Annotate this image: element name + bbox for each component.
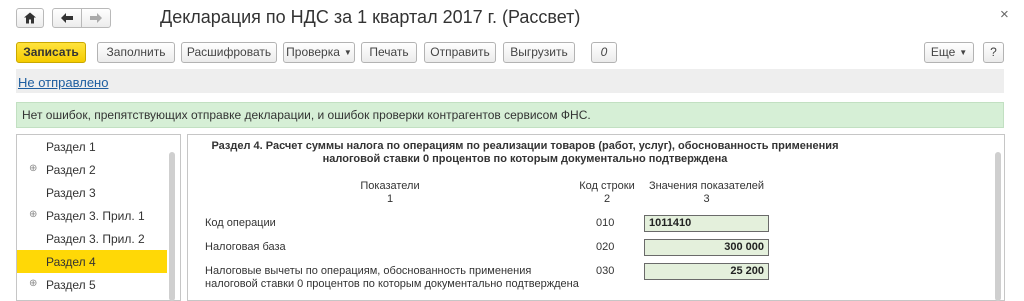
expand-icon[interactable]: ⊕ xyxy=(29,278,37,289)
values-header-num: 3 xyxy=(703,193,710,205)
save-button[interactable]: Записать xyxy=(16,42,86,63)
decode-button[interactable]: Расшифровать xyxy=(181,42,277,63)
arrow-left-icon xyxy=(61,13,73,23)
section-item-active[interactable]: Раздел 4 xyxy=(17,250,167,273)
forward-button[interactable] xyxy=(81,8,111,28)
section-title: Раздел 4. Расчет суммы налога по операци… xyxy=(211,140,839,165)
section-item[interactable]: Раздел 3 xyxy=(17,181,167,204)
send-button[interactable]: Отправить xyxy=(424,42,496,63)
home-button[interactable] xyxy=(16,8,44,28)
row-code-020: 020 xyxy=(596,241,615,253)
window-title: Декларация по НДС за 1 квартал 2017 г. (… xyxy=(160,7,581,27)
values-header: Значения показателей 3 xyxy=(644,180,769,206)
values-header-label: Значения показателей xyxy=(648,180,765,192)
more-dropdown-button[interactable]: Еще ▼ xyxy=(924,42,974,63)
back-button[interactable] xyxy=(52,8,82,28)
help-button[interactable]: ? xyxy=(983,42,1004,63)
indicators-header: Показатели 1 xyxy=(330,180,450,206)
row-label-030: Налоговые вычеты по операциям, обоснован… xyxy=(205,265,579,290)
attachment-button[interactable]: 0 xyxy=(591,42,617,63)
section-label: Раздел 2 xyxy=(46,163,96,177)
row-label-010: Код операции xyxy=(205,217,276,229)
send-status-link[interactable]: Не отправлено xyxy=(18,75,108,90)
row-code-030: 030 xyxy=(596,265,615,277)
tax-deductions-field[interactable]: 25 200 xyxy=(644,263,769,280)
operation-code-field[interactable]: 1011410 xyxy=(644,215,769,232)
section-item[interactable]: ⊕ Раздел 2 xyxy=(17,158,167,181)
section-item[interactable]: ⊕ Раздел 3. Прил. 1 xyxy=(17,204,167,227)
section-label: Раздел 3 xyxy=(46,186,96,200)
expand-icon[interactable]: ⊕ xyxy=(29,209,37,220)
close-icon[interactable]: × xyxy=(1000,6,1009,23)
fill-button[interactable]: Заполнить xyxy=(97,42,175,63)
info-message: Нет ошибок, препятствующих отправке декл… xyxy=(22,108,591,122)
check-button-label: Проверка xyxy=(286,45,340,59)
sections-scrollbar[interactable] xyxy=(169,152,175,301)
check-dropdown-button[interactable]: Проверка ▼ xyxy=(283,42,355,63)
chevron-down-icon: ▼ xyxy=(959,48,968,57)
row-code-010: 010 xyxy=(596,217,615,229)
arrow-right-icon xyxy=(90,13,102,23)
line-code-header: Код строки 2 xyxy=(574,180,640,206)
expand-icon[interactable]: ⊕ xyxy=(29,163,37,174)
indicators-header-num: 1 xyxy=(386,193,394,205)
section-label: Раздел 3. Прил. 2 xyxy=(46,232,145,246)
print-button[interactable]: Печать xyxy=(361,42,417,63)
indicators-header-label: Показатели xyxy=(360,180,420,192)
form-scrollbar[interactable] xyxy=(995,152,1001,301)
paperclip-icon: 0 xyxy=(600,45,608,59)
section-label: Раздел 5 xyxy=(46,278,96,292)
home-icon xyxy=(24,12,36,24)
tax-base-field[interactable]: 300 000 xyxy=(644,239,769,256)
more-button-label: Еще xyxy=(930,45,956,59)
line-code-header-num: 2 xyxy=(603,193,611,205)
section-label: Раздел 1 xyxy=(46,140,96,154)
section-item[interactable]: Раздел 3. Прил. 2 xyxy=(17,227,167,250)
section-item[interactable]: ⊕ Раздел 5 xyxy=(17,273,167,296)
row-label-020: Налоговая база xyxy=(205,241,286,253)
status-bar xyxy=(16,69,1004,93)
section-label: Раздел 4 xyxy=(46,255,96,269)
section-item[interactable]: Раздел 1 xyxy=(17,135,167,158)
line-code-header-label: Код строки xyxy=(579,180,635,192)
section-label: Раздел 3. Прил. 1 xyxy=(46,209,145,223)
chevron-down-icon: ▼ xyxy=(343,48,352,57)
export-button[interactable]: Выгрузить xyxy=(503,42,575,63)
